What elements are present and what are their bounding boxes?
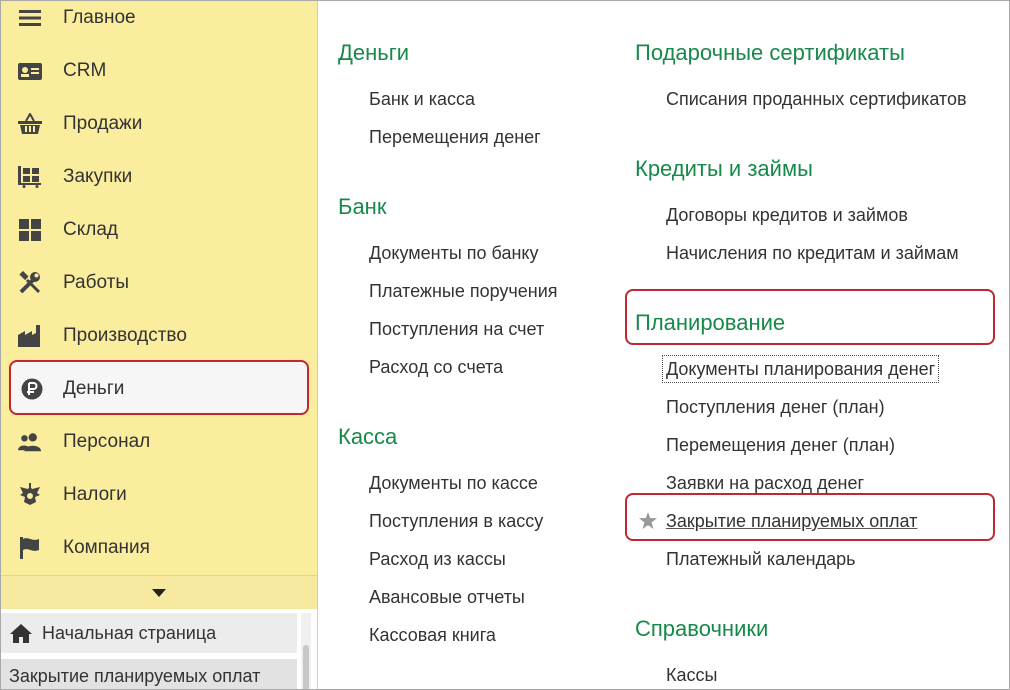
link-certificate-writeoffs[interactable]: Списания проданных сертификатов xyxy=(666,89,967,110)
star-icon[interactable] xyxy=(639,512,657,529)
link-payment-calendar[interactable]: Платежный календарь xyxy=(666,549,856,570)
cart-icon xyxy=(18,165,42,189)
sidebar-item-company[interactable]: Компания xyxy=(1,522,317,574)
link-loan-contracts[interactable]: Договоры кредитов и займов xyxy=(666,205,908,226)
sidebar-item-warehouse[interactable]: Склад xyxy=(1,204,317,256)
link-close-planned-payments[interactable]: Закрытие планируемых оплат xyxy=(666,511,917,532)
section-title-planning: Планирование xyxy=(635,310,786,335)
link-bank-and-cash[interactable]: Банк и касса xyxy=(369,89,475,110)
section-title-cash: Касса xyxy=(338,424,398,449)
link-bank-documents[interactable]: Документы по банку xyxy=(369,243,538,264)
link-expense-requests[interactable]: Заявки на расход денег xyxy=(666,473,864,494)
contact-card-icon xyxy=(18,59,42,83)
link-advance-reports[interactable]: Авансовые отчеты xyxy=(369,587,525,608)
sidebar-item-label: Производство xyxy=(63,325,187,346)
link-cash-expenses[interactable]: Расход из кассы xyxy=(369,549,506,570)
section-title-bank: Банк xyxy=(338,194,387,219)
flag-icon xyxy=(18,536,42,560)
sidebar-item-label: Налоги xyxy=(63,484,127,505)
section-title-directories: Справочники xyxy=(635,616,769,641)
sidebar-item-label: Склад xyxy=(63,219,118,240)
active-window-label: Закрытие планируемых оплат xyxy=(9,665,261,686)
link-money-transfers[interactable]: Перемещения денег xyxy=(369,127,541,148)
people-icon xyxy=(18,430,42,454)
home-page-tab[interactable]: Начальная страница xyxy=(1,613,297,653)
eagle-emblem-icon xyxy=(18,483,42,507)
home-icon xyxy=(10,624,32,643)
sidebar-item-label: Главное xyxy=(63,7,136,28)
section-title-credits-loans: Кредиты и займы xyxy=(635,156,813,181)
sidebar-expand-button[interactable] xyxy=(1,575,317,610)
link-cash-registers[interactable]: Кассы xyxy=(666,665,717,686)
sidebar-item-label: Деньги xyxy=(63,378,125,399)
scrollbar-thumb[interactable] xyxy=(303,645,309,689)
sidebar-item-production[interactable]: Производство xyxy=(1,310,317,362)
link-planned-transfers[interactable]: Перемещения денег (план) xyxy=(666,435,895,456)
active-window-tab[interactable]: Закрытие планируемых оплат xyxy=(1,659,297,689)
ruble-coin-icon xyxy=(20,377,44,401)
sidebar-item-personnel[interactable]: Персонал xyxy=(1,416,317,468)
link-money-planning-documents[interactable]: Документы планирования денег xyxy=(666,359,935,380)
link-cash-receipts[interactable]: Поступления в кассу xyxy=(369,511,543,532)
sidebar-item-label: Компания xyxy=(63,537,150,558)
factory-icon xyxy=(18,324,42,348)
windows-scrollbar[interactable] xyxy=(301,613,311,689)
link-account-receipts[interactable]: Поступления на счет xyxy=(369,319,544,340)
sidebar-item-works[interactable]: Работы xyxy=(1,257,317,309)
link-payment-orders[interactable]: Платежные поручения xyxy=(369,281,558,302)
sidebar-item-label: Закупки xyxy=(63,166,133,187)
tools-icon xyxy=(18,271,42,295)
link-cash-book[interactable]: Кассовая книга xyxy=(369,625,496,646)
app-window: Главное CRM Продажи Закупки Склад Работы… xyxy=(0,0,1010,690)
sidebar-item-taxes[interactable]: Налоги xyxy=(1,469,317,521)
sections-sidebar: Главное CRM Продажи Закупки Склад Работы… xyxy=(1,1,318,610)
open-windows-panel: Начальная страница Закрытие планируемых … xyxy=(1,609,318,689)
sidebar-item-label: CRM xyxy=(63,60,107,81)
link-account-expenses[interactable]: Расход со счета xyxy=(369,357,503,378)
section-title-money: Деньги xyxy=(338,40,410,65)
sidebar-item-label: Работы xyxy=(63,272,129,293)
chevron-down-icon xyxy=(152,589,166,597)
sidebar-item-sales[interactable]: Продажи xyxy=(1,98,317,150)
warehouse-grid-icon xyxy=(18,218,42,242)
sidebar-item-main[interactable]: Главное xyxy=(1,1,317,44)
sidebar-item-money[interactable]: Деньги xyxy=(1,363,317,415)
link-planned-receipts[interactable]: Поступления денег (план) xyxy=(666,397,885,418)
sidebar-item-label: Персонал xyxy=(63,431,151,452)
sidebar-item-crm[interactable]: CRM xyxy=(1,45,317,97)
sidebar-item-label: Продажи xyxy=(63,113,143,134)
link-loan-accruals[interactable]: Начисления по кредитам и займам xyxy=(666,243,959,264)
section-title-gift-certificates: Подарочные сертификаты xyxy=(635,40,905,65)
basket-icon xyxy=(18,112,42,136)
link-cash-documents[interactable]: Документы по кассе xyxy=(369,473,538,494)
sidebar-item-purchases[interactable]: Закупки xyxy=(1,151,317,203)
home-page-label: Начальная страница xyxy=(42,622,217,643)
focused-link-frame: Документы планирования денег xyxy=(662,355,940,383)
menu-lines-icon xyxy=(18,6,42,30)
